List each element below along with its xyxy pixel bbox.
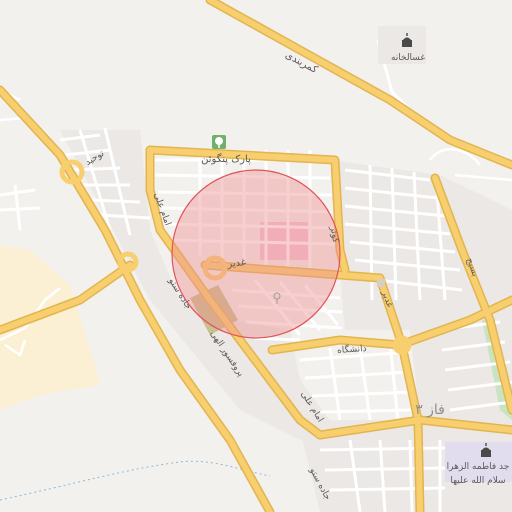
label-ghadir-left: غدیر — [226, 257, 247, 270]
label-faz3: فاز ۳ — [415, 402, 445, 418]
label-park-pangoan: پارک پنگوئن — [201, 153, 251, 165]
label-ghasalkhane: غسالخانه — [391, 53, 425, 63]
highlight-radius[interactable] — [171, 169, 341, 339]
small-square-icon — [377, 279, 385, 287]
map-canvas[interactable]: کمربندی غسالخانه پارک پنگوئن غدیر غدیر ا… — [0, 0, 512, 512]
label-fatemeh-line1: جد فاطمه الزهرا — [447, 462, 510, 472]
label-fatemeh-line2: سلام الله علیها — [450, 476, 505, 486]
tree-icon[interactable] — [212, 135, 226, 149]
